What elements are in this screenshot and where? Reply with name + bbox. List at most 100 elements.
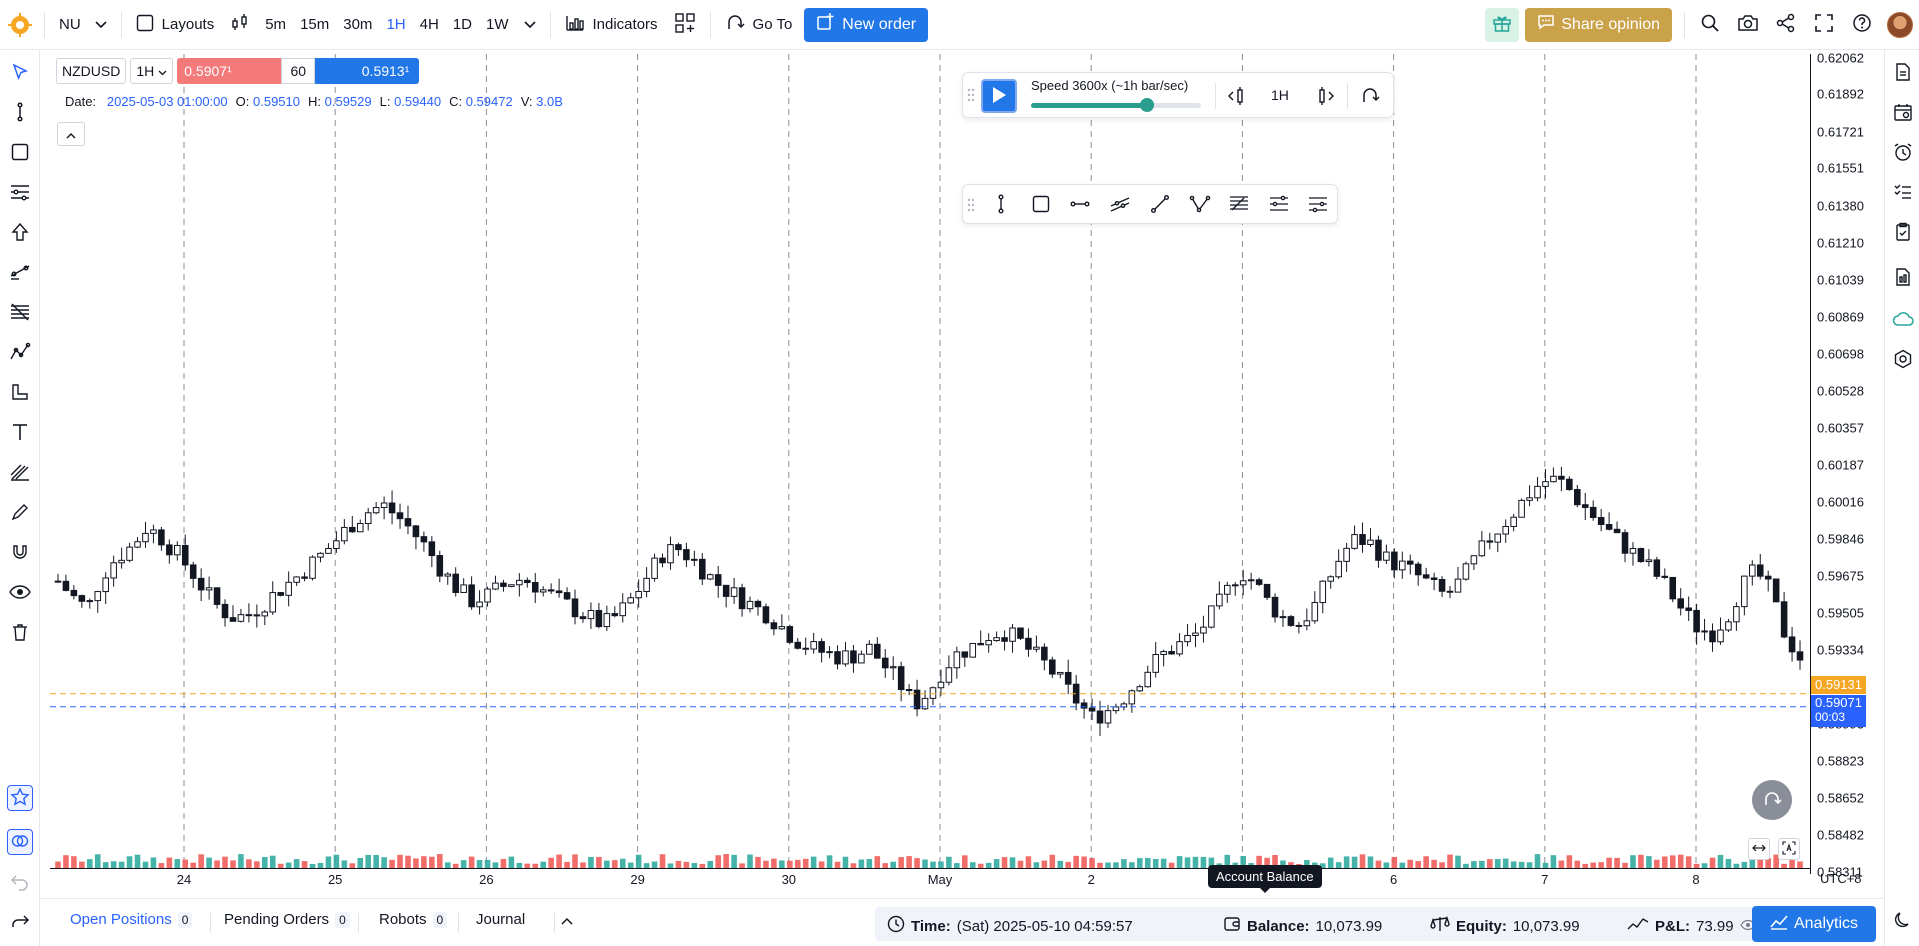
scroll-to-realtime-button[interactable]: [1752, 780, 1792, 820]
analytics-button[interactable]: Analytics: [1752, 906, 1876, 942]
legend-collapse-button[interactable]: [57, 122, 85, 146]
tab-open-positions[interactable]: Open Positions 0: [70, 911, 193, 928]
draw-path-button[interactable]: [1187, 192, 1213, 218]
arrow-tool[interactable]: [7, 220, 33, 246]
templates-button[interactable]: [666, 0, 704, 50]
candle: [1271, 593, 1279, 623]
gann-tool[interactable]: [7, 300, 33, 326]
sell-price-button[interactable]: 0.5907¹: [177, 58, 282, 84]
timeframe-1h[interactable]: 1H: [379, 16, 412, 33]
chart-type-button[interactable]: [222, 0, 258, 50]
symbol-selector[interactable]: NU: [51, 0, 115, 50]
account-balance[interactable]: Balance: 10,073.99: [1223, 915, 1382, 937]
redo-button[interactable]: [7, 908, 33, 934]
undo-button[interactable]: [7, 870, 33, 896]
help-button[interactable]: [1843, 0, 1881, 50]
speed-slider-handle[interactable]: [1139, 98, 1154, 112]
magnet-tool[interactable]: [7, 540, 33, 566]
search-button[interactable]: [1691, 0, 1729, 50]
screenshot-button[interactable]: [1729, 0, 1767, 50]
draw-vertical-line-button[interactable]: [988, 192, 1014, 218]
share-opinion-button[interactable]: Share opinion: [1525, 7, 1672, 42]
step-forward-button[interactable]: [1315, 85, 1339, 110]
draw-pitchfork-button[interactable]: [1305, 192, 1331, 218]
timeframe-15m[interactable]: 15m: [293, 16, 336, 33]
path-icon: [1189, 194, 1211, 217]
candle: [229, 605, 237, 622]
equity-value: 10,073.99: [1512, 917, 1580, 935]
auto-scale-button[interactable]: [1778, 838, 1800, 860]
price-chart[interactable]: [50, 54, 1810, 874]
text-tool[interactable]: [7, 420, 33, 446]
fullscreen-button[interactable]: [1805, 0, 1843, 50]
expand-panel-button[interactable]: [560, 913, 574, 929]
calendar-button[interactable]: [1890, 100, 1916, 126]
rectangle-tool[interactable]: [7, 140, 33, 166]
goto-button[interactable]: Go To: [717, 0, 801, 50]
draw-trend-line-button[interactable]: [1147, 192, 1173, 218]
replay-interval[interactable]: 1H: [1271, 87, 1289, 103]
price-axis-label: 0.60187: [1817, 457, 1864, 473]
timeframe-5m[interactable]: 5m: [258, 16, 293, 33]
timeframe-1w[interactable]: 1W: [479, 16, 516, 33]
brush-tool[interactable]: [7, 460, 33, 486]
indicators-button[interactable]: Indicators: [557, 0, 666, 50]
reports-button[interactable]: [1890, 265, 1916, 291]
share-button[interactable]: [1767, 0, 1805, 50]
price-axis[interactable]: 0.62062 0.61892 0.61721 0.61551 0.61380 0.612…: [1810, 50, 1884, 879]
pencil-tool[interactable]: [7, 500, 33, 526]
timezone-label[interactable]: UTC+8: [1820, 871, 1862, 886]
theme-toggle-button[interactable]: [1890, 908, 1916, 934]
draw-fib-extension-button[interactable]: [1266, 192, 1292, 218]
candle: [762, 603, 770, 625]
time-axis[interactable]: 2425262930May25678: [50, 868, 1810, 890]
legend-symbol[interactable]: NZDUSD: [56, 58, 127, 84]
tab-robots[interactable]: Robots 0: [379, 911, 448, 928]
logo-icon[interactable]: [0, 0, 38, 50]
account-pnl[interactable]: P&L: 73.99: [1627, 915, 1756, 937]
exit-replay-button[interactable]: [1359, 85, 1381, 110]
candle: [1255, 577, 1263, 587]
trend-line-tool[interactable]: [7, 100, 33, 126]
user-menu-button[interactable]: [1881, 0, 1919, 50]
buy-price-button[interactable]: 0.5913¹: [315, 58, 420, 84]
timeframe-4h[interactable]: 4H: [413, 16, 446, 33]
draw-fib-retracement-button[interactable]: [1226, 192, 1252, 218]
draw-rectangle-button[interactable]: [1028, 192, 1054, 218]
drag-handle-icon[interactable]: [967, 87, 975, 106]
auto-fit-button[interactable]: [1748, 838, 1770, 860]
tab-pending-orders[interactable]: Pending Orders 0: [224, 911, 350, 928]
timeframe-more-button[interactable]: [516, 0, 544, 50]
cursor-tool[interactable]: [7, 60, 33, 86]
measure-tool[interactable]: [7, 380, 33, 406]
channel-tool[interactable]: [7, 180, 33, 206]
watchlist-button[interactable]: [1890, 60, 1916, 86]
alerts-button[interactable]: [1890, 140, 1916, 166]
favorites-tool[interactable]: [7, 785, 33, 811]
draw-horizontal-ray-button[interactable]: [1067, 192, 1093, 218]
cloud-sync-button[interactable]: [1890, 307, 1916, 333]
speed-slider[interactable]: [1031, 98, 1201, 112]
notes-button[interactable]: [1890, 220, 1916, 246]
gift-button[interactable]: [1485, 7, 1520, 42]
pattern-tool[interactable]: [7, 340, 33, 366]
layouts-button[interactable]: Layouts: [128, 0, 223, 50]
time-label: Time:: [911, 917, 951, 935]
step-back-button[interactable]: [1225, 85, 1249, 110]
play-button[interactable]: [981, 79, 1017, 113]
sync-drawings-tool[interactable]: [7, 829, 33, 855]
fib-tool[interactable]: [7, 260, 33, 286]
settings-button[interactable]: [1890, 347, 1916, 373]
legend-interval[interactable]: 1H: [130, 58, 174, 84]
new-order-button[interactable]: New order: [804, 7, 929, 42]
chart-canvas[interactable]: [50, 54, 1810, 874]
tab-journal[interactable]: Journal: [476, 911, 525, 928]
timeframe-1d[interactable]: 1D: [446, 16, 479, 33]
checklist-button[interactable]: [1890, 180, 1916, 206]
visibility-tool[interactable]: [7, 580, 33, 606]
draw-parallel-channel-button[interactable]: [1107, 192, 1133, 218]
delete-tool[interactable]: [7, 620, 33, 646]
account-equity[interactable]: Equity: 10,073.99: [1430, 915, 1580, 937]
timeframe-30m[interactable]: 30m: [336, 16, 379, 33]
drag-handle-icon[interactable]: [967, 197, 975, 216]
